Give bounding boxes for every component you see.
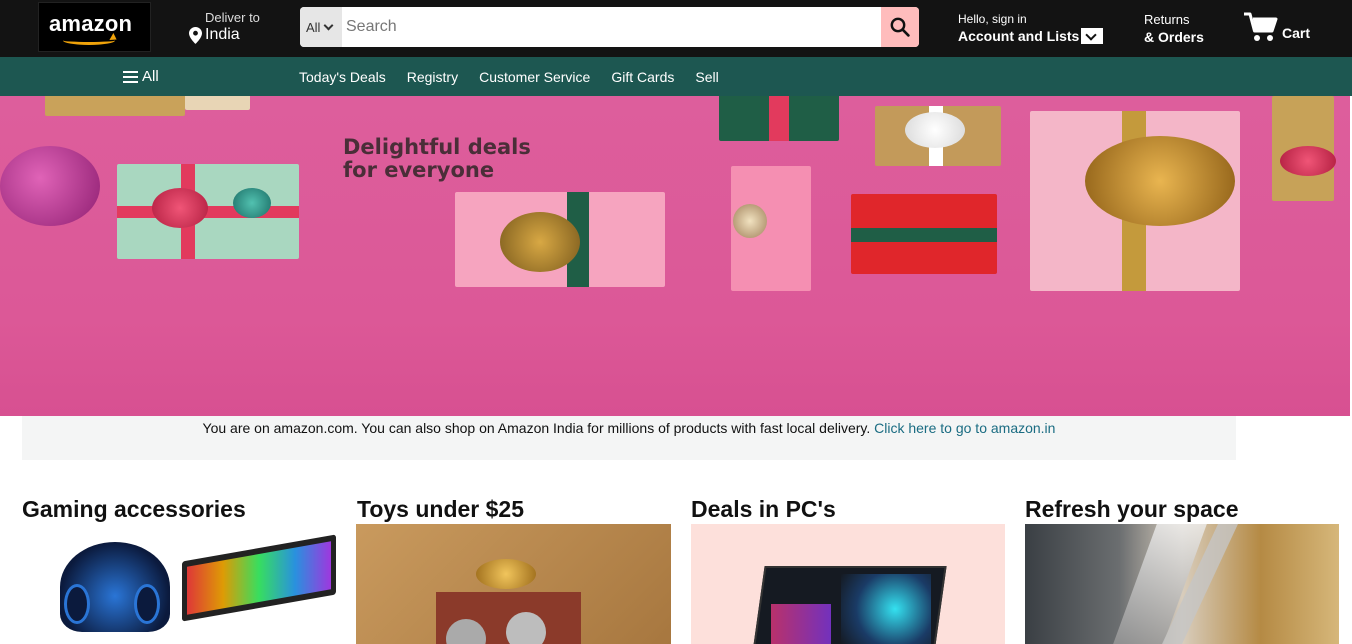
nav-sell[interactable]: Sell (695, 69, 718, 85)
gift-box-image (45, 96, 185, 116)
deliver-location: India (205, 26, 240, 43)
logo-text: amazon (49, 11, 133, 36)
ornament-image (233, 188, 271, 218)
card-title: Gaming accessories (22, 496, 246, 522)
card-toys-under-25[interactable]: Toys under $25 (356, 496, 673, 644)
bow-icon (905, 112, 965, 148)
dropdown-arrow-icon (1081, 28, 1104, 44)
bow-icon (152, 188, 208, 228)
subnav-links: Today's Deals Registry Customer Service … (299, 69, 740, 85)
account-lists-row: Account and Lists (958, 28, 1104, 44)
chevron-down-icon (324, 20, 334, 30)
account-menu[interactable]: Hello, sign in Account and Lists (958, 12, 1104, 44)
cart-button[interactable]: Cart (1243, 11, 1310, 48)
hero-banner[interactable]: Delightful deals for everyone (0, 96, 1350, 416)
search-button[interactable] (881, 7, 919, 47)
cart-label: Cart (1282, 25, 1311, 41)
returns-orders[interactable]: Returns & Orders (1144, 12, 1204, 45)
orders-label: & Orders (1144, 29, 1204, 45)
nav-gift-cards[interactable]: Gift Cards (611, 69, 674, 85)
returns-label: Returns (1144, 12, 1190, 27)
region-notice-text: You are on amazon.com. You can also shop… (202, 420, 875, 436)
sub-nav: All Today's Deals Registry Customer Serv… (0, 57, 1352, 96)
pc-image (691, 524, 1005, 644)
gift-box-image (851, 194, 997, 274)
top-nav: amazon Deliver to India All Hello, sign … (0, 0, 1352, 57)
bow-icon (1280, 146, 1336, 176)
logo-smile-icon (63, 36, 115, 45)
deliver-to-label: Deliver to (205, 10, 260, 25)
cart-icon (1244, 12, 1278, 41)
account-greeting: Hello, sign in (958, 12, 1027, 26)
gift-box-image (185, 96, 250, 110)
search-icon (890, 17, 910, 37)
region-notice: You are on amazon.com. You can also shop… (22, 416, 1236, 460)
all-menu-button[interactable]: All (123, 68, 159, 85)
search-category-label: All (306, 19, 321, 35)
card-title: Toys under $25 (357, 496, 525, 522)
nav-registry[interactable]: Registry (407, 69, 458, 85)
card-title: Refresh your space (1025, 496, 1239, 522)
account-lists-label: Account and Lists (958, 28, 1080, 44)
hero-title-line2: for everyone (343, 158, 495, 182)
card-refresh-your-space[interactable]: Refresh your space (1025, 496, 1341, 644)
nav-todays-deals[interactable]: Today's Deals (299, 69, 386, 85)
gift-box-image (719, 96, 839, 141)
hero-title: Delightful deals for everyone (343, 136, 531, 182)
ornament-image (0, 146, 100, 226)
search-input[interactable] (342, 7, 881, 47)
card-title: Deals in PC's (691, 496, 836, 522)
gaming-accessories-image (22, 524, 338, 644)
search-bar: All (300, 7, 919, 47)
card-gaming-accessories[interactable]: Gaming accessories (22, 496, 338, 644)
all-menu-label: All (142, 68, 159, 85)
search-category-select[interactable]: All (300, 7, 342, 47)
bow-icon (500, 212, 580, 272)
bow-icon (1085, 136, 1235, 226)
amazon-in-link[interactable]: Click here to go to amazon.in (874, 420, 1055, 436)
location-pin-icon (189, 27, 202, 44)
ornament-image (733, 204, 767, 238)
toys-image (356, 524, 671, 644)
card-deals-in-pcs[interactable]: Deals in PC's (691, 496, 1007, 644)
nav-customer-service[interactable]: Customer Service (479, 69, 590, 85)
gift-box-image (117, 164, 299, 259)
hero-title-line1: Delightful deals (343, 135, 531, 159)
hamburger-icon (123, 70, 138, 83)
refresh-space-image (1025, 524, 1339, 644)
amazon-logo[interactable]: amazon (38, 2, 151, 52)
